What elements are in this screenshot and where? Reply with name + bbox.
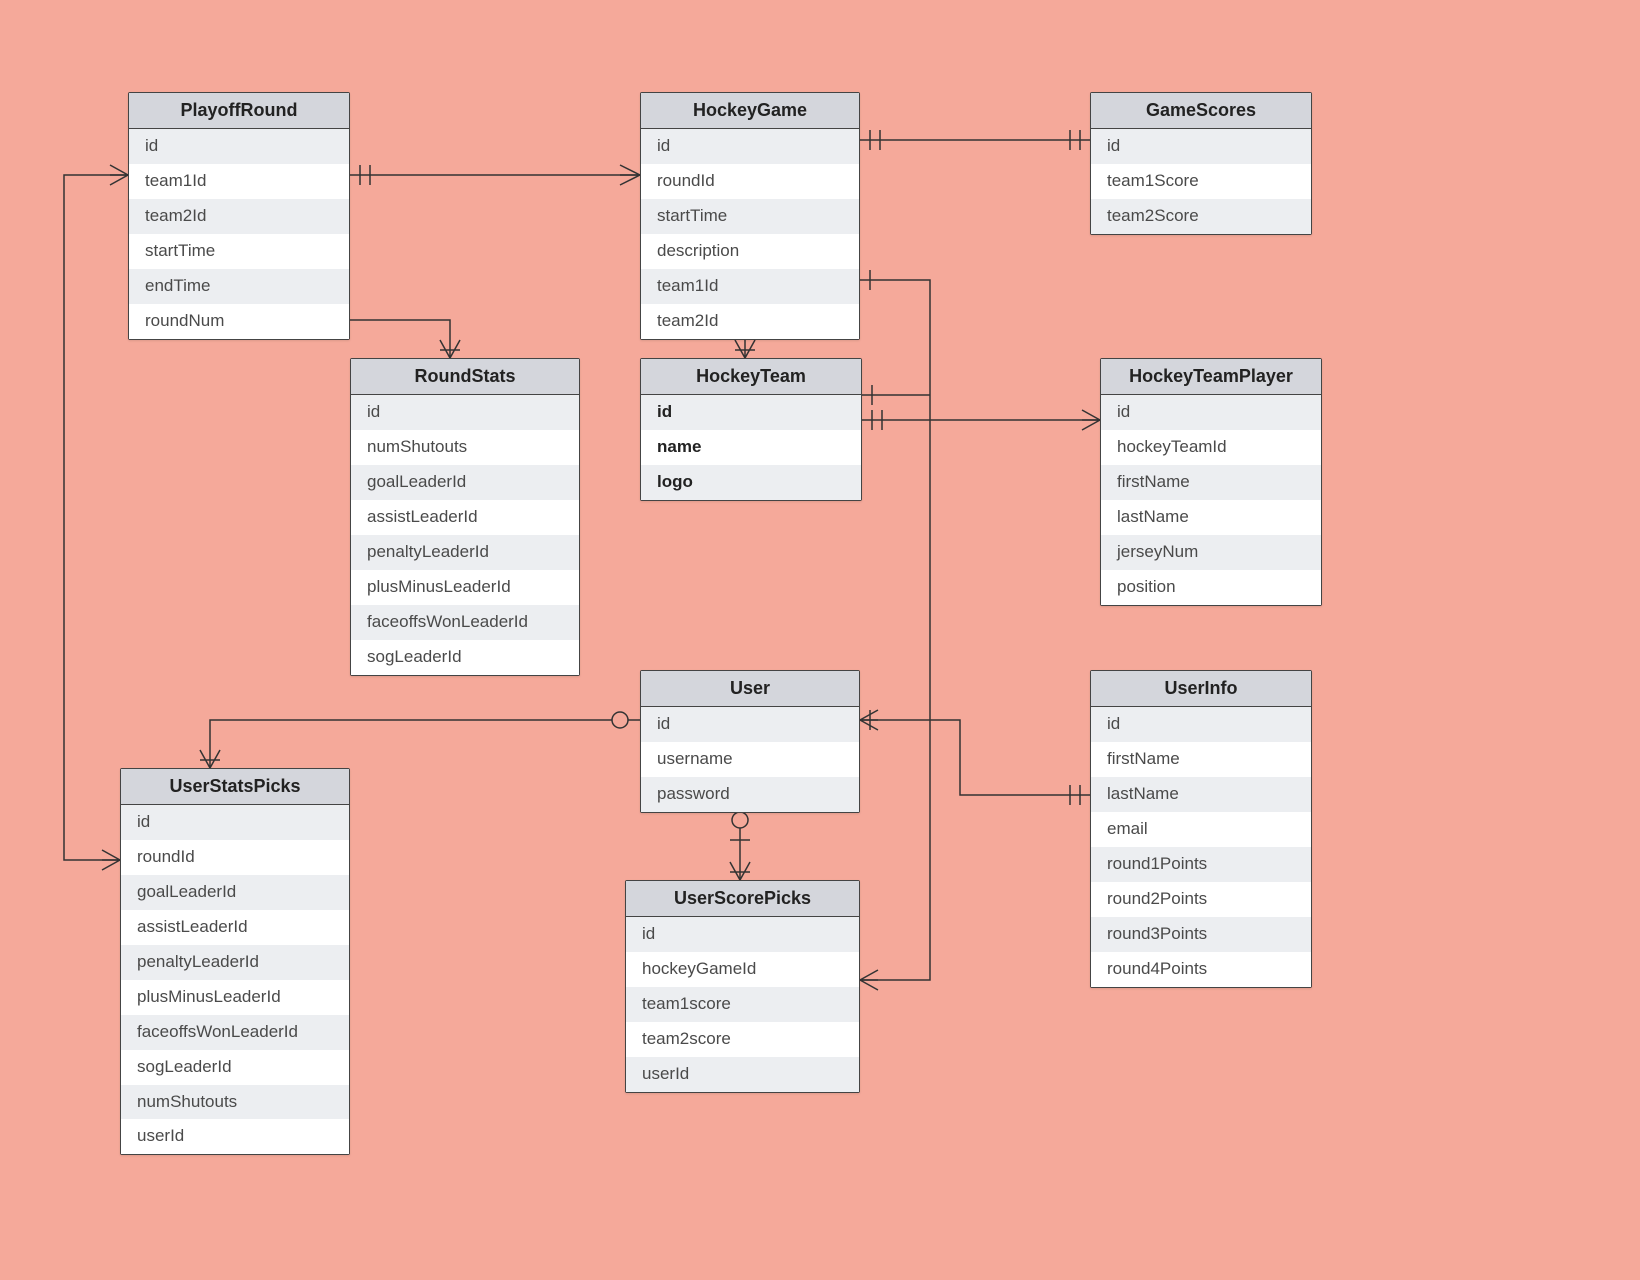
field: penaltyLeaderId <box>121 945 349 980</box>
field: sogLeaderId <box>351 640 579 675</box>
entity-title: UserStatsPicks <box>121 769 349 805</box>
field: numShutouts <box>121 1085 349 1120</box>
entity-user-stats-picks: UserStatsPicks id roundId goalLeaderId a… <box>120 768 350 1155</box>
field: logo <box>641 465 861 500</box>
field: round3Points <box>1091 917 1311 952</box>
field: roundId <box>641 164 859 199</box>
entity-user-info: UserInfo id firstName lastName email rou… <box>1090 670 1312 988</box>
field: id <box>129 129 349 164</box>
entity-title: UserScorePicks <box>626 881 859 917</box>
field: userId <box>121 1119 349 1154</box>
field: team1Id <box>129 164 349 199</box>
field: userId <box>626 1057 859 1092</box>
entity-title: HockeyTeamPlayer <box>1101 359 1321 395</box>
field: team2Id <box>129 199 349 234</box>
entity-title: GameScores <box>1091 93 1311 129</box>
field: id <box>626 917 859 952</box>
field: lastName <box>1091 777 1311 812</box>
entity-round-stats: RoundStats id numShutouts goalLeaderId a… <box>350 358 580 676</box>
field: id <box>351 395 579 430</box>
field: startTime <box>641 199 859 234</box>
field: team1score <box>626 987 859 1022</box>
field: description <box>641 234 859 269</box>
field: id <box>641 129 859 164</box>
field: email <box>1091 812 1311 847</box>
entity-game-scores: GameScores id team1Score team2Score <box>1090 92 1312 235</box>
field: goalLeaderId <box>351 465 579 500</box>
field: team2score <box>626 1022 859 1057</box>
entity-hockey-game: HockeyGame id roundId startTime descript… <box>640 92 860 340</box>
field: plusMinusLeaderId <box>351 570 579 605</box>
entity-user-score-picks: UserScorePicks id hockeyGameId team1scor… <box>625 880 860 1093</box>
entity-hockey-team: HockeyTeam id name logo <box>640 358 862 501</box>
field: id <box>1091 129 1311 164</box>
field: hockeyGameId <box>626 952 859 987</box>
field: lastName <box>1101 500 1321 535</box>
entity-playoff-round: PlayoffRound id team1Id team2Id startTim… <box>128 92 350 340</box>
field: penaltyLeaderId <box>351 535 579 570</box>
field: faceoffsWonLeaderId <box>121 1015 349 1050</box>
field: hockeyTeamId <box>1101 430 1321 465</box>
field: roundNum <box>129 304 349 339</box>
field: assistLeaderId <box>121 910 349 945</box>
field: round1Points <box>1091 847 1311 882</box>
entity-user: User id username password <box>640 670 860 813</box>
field: team2Score <box>1091 199 1311 234</box>
field: plusMinusLeaderId <box>121 980 349 1015</box>
field: round4Points <box>1091 952 1311 987</box>
field: id <box>1101 395 1321 430</box>
field: faceoffsWonLeaderId <box>351 605 579 640</box>
field: position <box>1101 570 1321 605</box>
field: firstName <box>1101 465 1321 500</box>
entity-fields: id team1Id team2Id startTime endTime rou… <box>129 129 349 339</box>
field: id <box>641 395 861 430</box>
entity-title: HockeyGame <box>641 93 859 129</box>
field: password <box>641 777 859 812</box>
entity-title: PlayoffRound <box>129 93 349 129</box>
field: sogLeaderId <box>121 1050 349 1085</box>
field: team1Score <box>1091 164 1311 199</box>
field: id <box>641 707 859 742</box>
entity-title: UserInfo <box>1091 671 1311 707</box>
field: jerseyNum <box>1101 535 1321 570</box>
field: startTime <box>129 234 349 269</box>
field: team1Id <box>641 269 859 304</box>
field: assistLeaderId <box>351 500 579 535</box>
field: endTime <box>129 269 349 304</box>
field: id <box>121 805 349 840</box>
entity-title: User <box>641 671 859 707</box>
field: username <box>641 742 859 777</box>
field: goalLeaderId <box>121 875 349 910</box>
field: name <box>641 430 861 465</box>
entity-title: RoundStats <box>351 359 579 395</box>
field: team2Id <box>641 304 859 339</box>
er-diagram-canvas: PlayoffRound id team1Id team2Id startTim… <box>0 0 1640 1280</box>
entity-hockey-team-player: HockeyTeamPlayer id hockeyTeamId firstNa… <box>1100 358 1322 606</box>
field: id <box>1091 707 1311 742</box>
field: numShutouts <box>351 430 579 465</box>
field: roundId <box>121 840 349 875</box>
field: firstName <box>1091 742 1311 777</box>
entity-title: HockeyTeam <box>641 359 861 395</box>
field: round2Points <box>1091 882 1311 917</box>
